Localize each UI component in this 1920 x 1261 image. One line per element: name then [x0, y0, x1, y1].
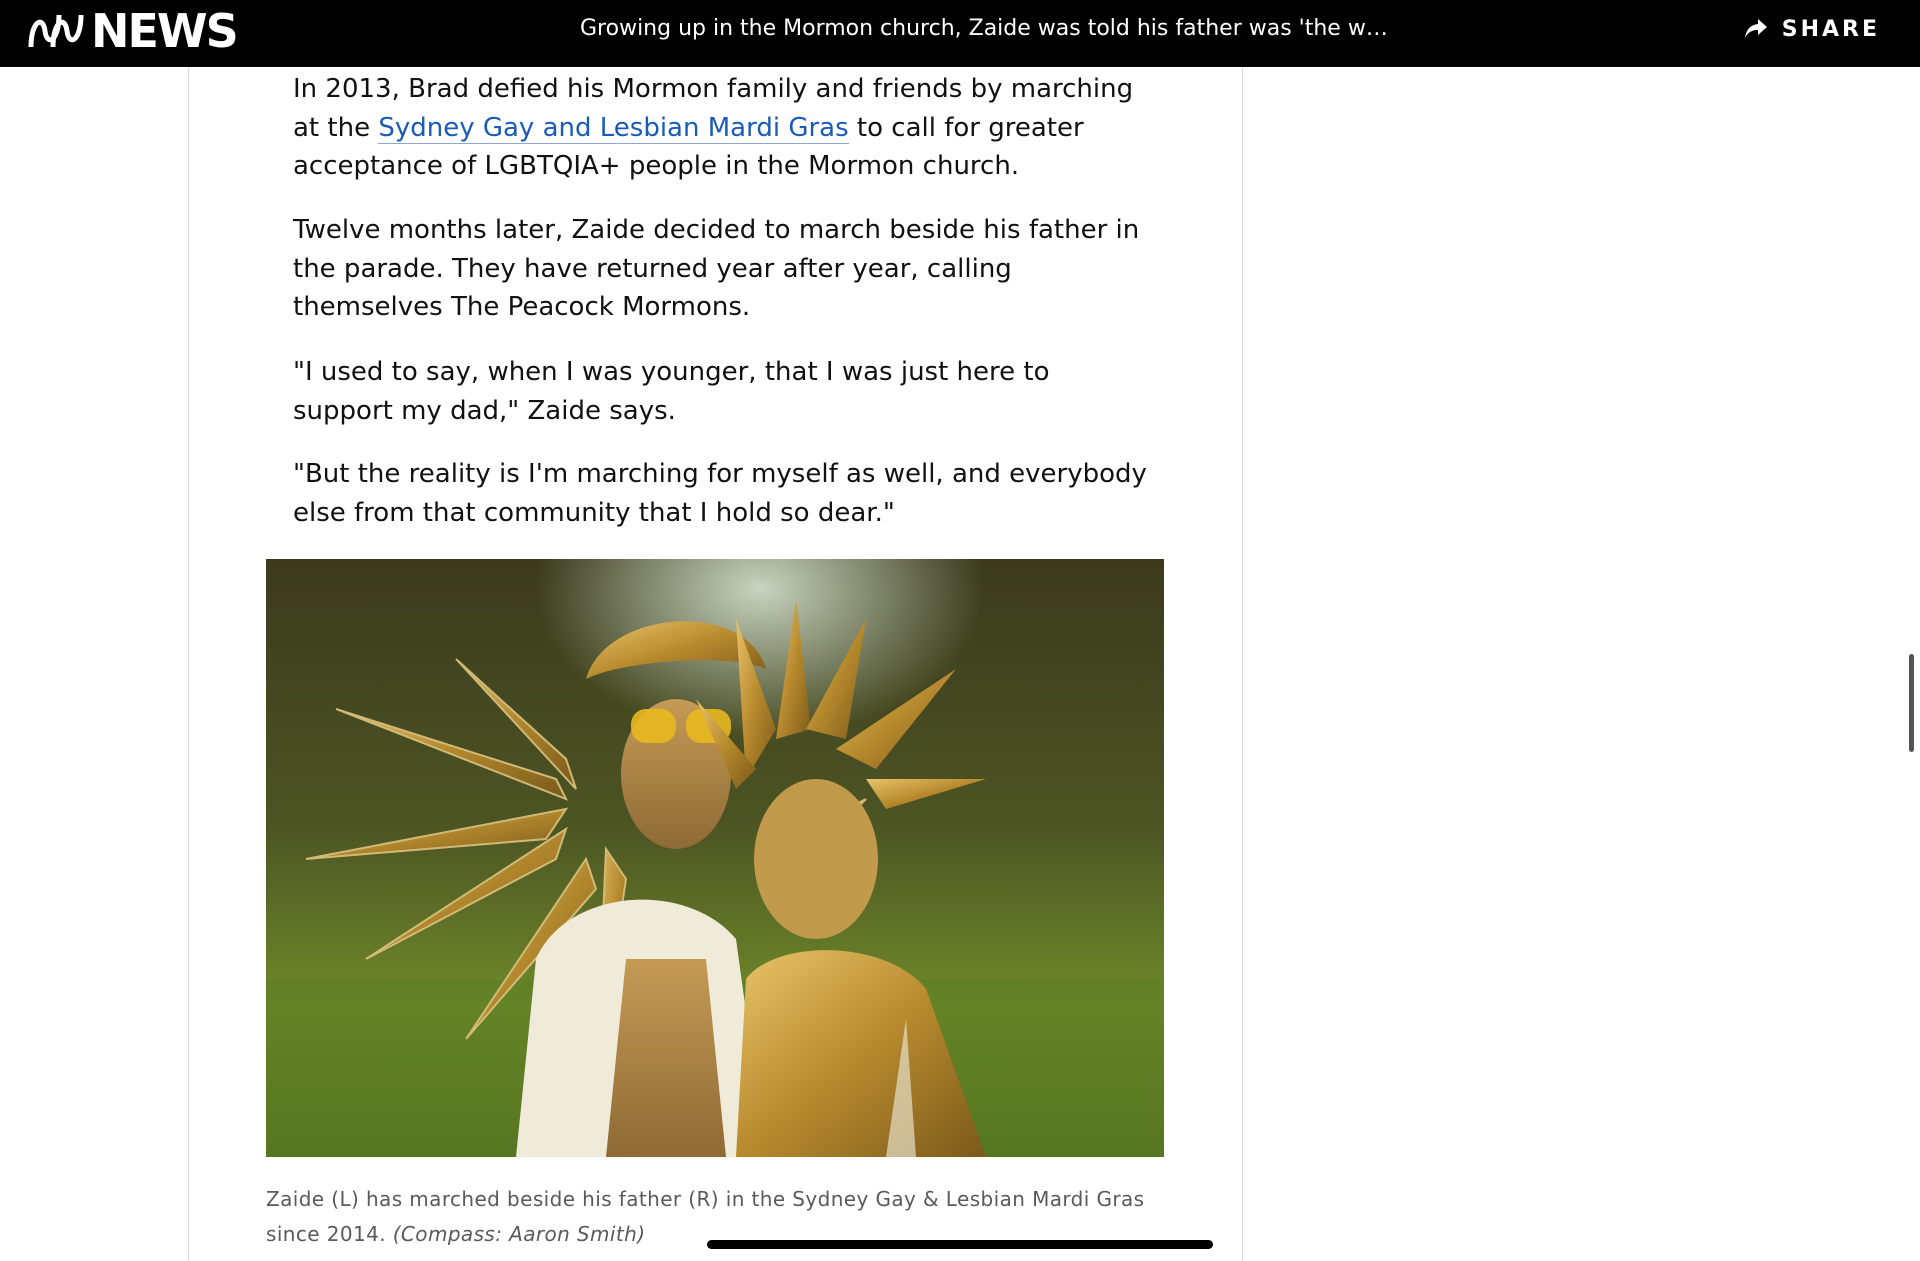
abc-news-logo[interactable]: NEWS	[27, 4, 239, 58]
home-indicator[interactable]	[707, 1240, 1213, 1249]
logo-text: NEWS	[91, 4, 239, 58]
paragraph-1: In 2013, Brad defied his Mormon family a…	[293, 70, 1153, 186]
top-bar: NEWS Growing up in the Mormon church, Za…	[0, 0, 1920, 67]
mardi-gras-link[interactable]: Sydney Gay and Lesbian Mardi Gras	[378, 112, 849, 144]
article-photo[interactable]	[266, 559, 1164, 1157]
share-arrow-icon	[1744, 19, 1767, 38]
scrollbar-thumb[interactable]	[1909, 654, 1914, 752]
abc-logo-icon	[28, 14, 84, 48]
paragraph-3: "I used to say, when I was younger, that…	[293, 357, 1050, 426]
paragraph-2: Twelve months later, Zaide decided to ma…	[293, 215, 1140, 322]
share-button[interactable]: SHARE	[1744, 12, 1880, 46]
caption-credit: (Compass: Aaron Smith)	[392, 1222, 646, 1246]
article-headline: Growing up in the Mormon church, Zaide w…	[580, 16, 1400, 41]
photo-illustration	[266, 559, 1164, 1157]
share-label: SHARE	[1781, 16, 1880, 42]
paragraph-4: "But the reality is I'm marching for mys…	[293, 459, 1147, 528]
